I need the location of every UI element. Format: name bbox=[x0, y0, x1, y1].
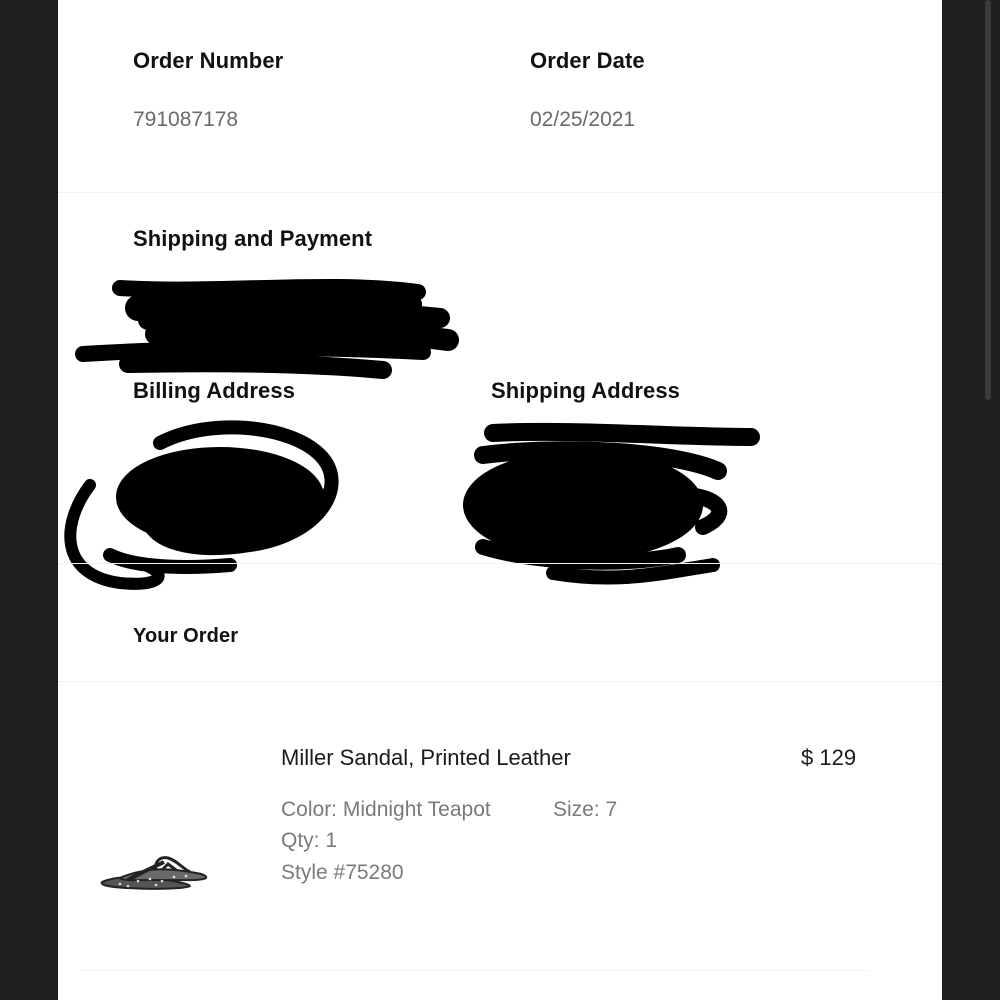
scrollbar[interactable] bbox=[985, 0, 991, 400]
section-divider bbox=[58, 192, 942, 193]
item-name[interactable]: Miller Sandal, Printed Leather bbox=[281, 745, 571, 771]
screen-frame: Order Number 791087178 Order Date 02/25/… bbox=[0, 0, 1000, 1000]
shipping-payment-title: Shipping and Payment bbox=[133, 226, 373, 251]
order-number-value: 791087178 bbox=[133, 108, 239, 131]
sandal-product-image[interactable] bbox=[98, 850, 210, 895]
redacted-payment-info bbox=[75, 278, 459, 379]
order-date-value: 02/25/2021 bbox=[530, 108, 636, 131]
item-price: $ 129 bbox=[801, 745, 857, 770]
shipping-address-label: Shipping Address bbox=[491, 378, 681, 403]
redacted-shipping-address bbox=[463, 422, 760, 585]
left-bezel bbox=[0, 0, 58, 1000]
item-style: Style #75280 bbox=[281, 861, 404, 884]
section-divider bbox=[58, 681, 942, 682]
section-divider bbox=[58, 563, 942, 564]
redacted-billing-address bbox=[64, 420, 339, 590]
item-size: Size: 7 bbox=[553, 798, 618, 821]
billing-address-label: Billing Address bbox=[133, 378, 296, 403]
order-date-label: Order Date bbox=[530, 48, 645, 73]
your-order-title: Your Order bbox=[133, 625, 239, 647]
item-qty: Qty: 1 bbox=[281, 829, 338, 852]
section-divider bbox=[82, 970, 868, 971]
order-details-page: Order Number 791087178 Order Date 02/25/… bbox=[58, 0, 942, 1000]
item-color: Color: Midnight Teapot bbox=[281, 798, 491, 821]
order-number-label: Order Number bbox=[133, 48, 284, 73]
right-bezel bbox=[942, 0, 1000, 1000]
